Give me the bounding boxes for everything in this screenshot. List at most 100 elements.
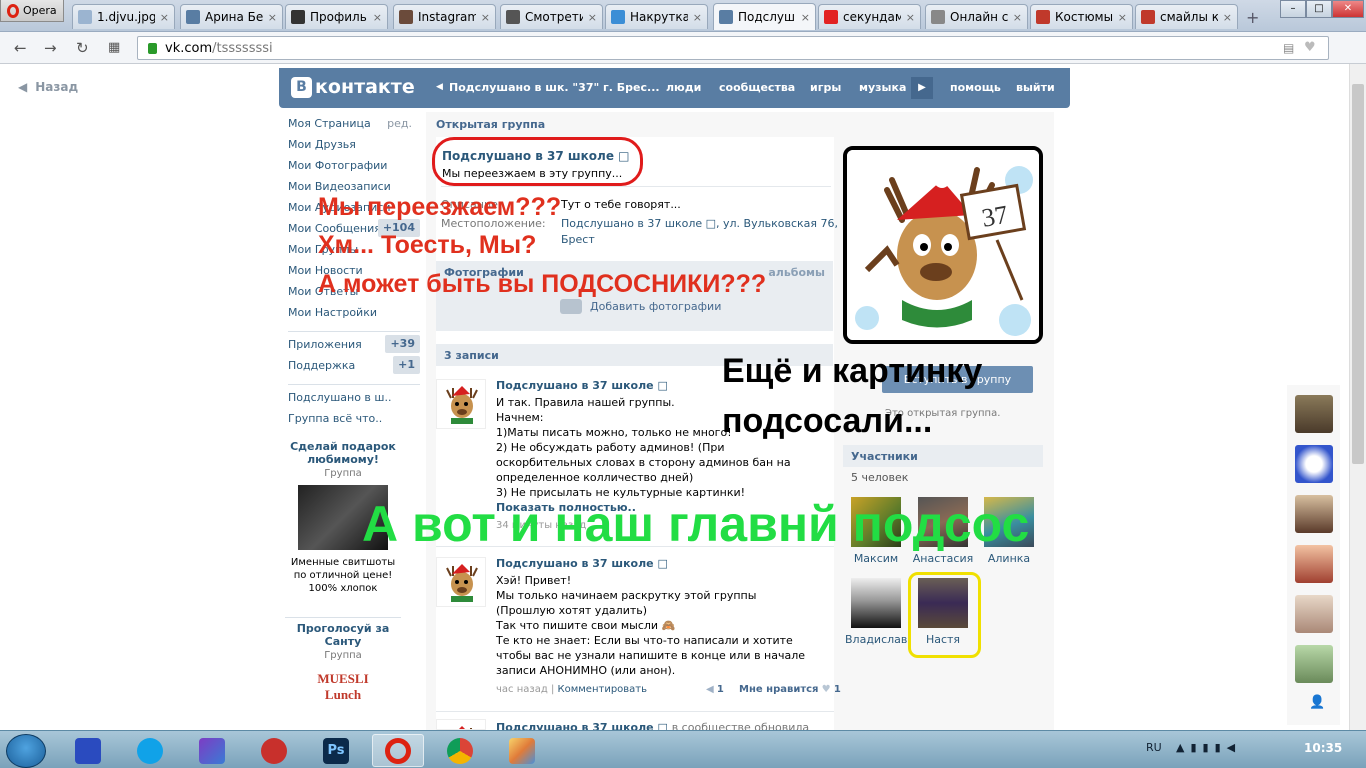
post-avatar[interactable]	[436, 379, 486, 429]
taskbar-skype[interactable]	[124, 734, 176, 767]
reload-icon[interactable]: ↻	[76, 39, 89, 57]
nav-group-link[interactable]: Подслушано в шк. "37" г. Брес...	[449, 81, 660, 94]
menu-item[interactable]: Поддержка +1	[288, 356, 420, 379]
ad-title[interactable]: Проголосуй за Санту	[285, 622, 401, 648]
browser-tab[interactable]: Накрутка ×	[605, 4, 708, 29]
friend-avatar[interactable]	[1295, 645, 1333, 683]
taskbar-paint[interactable]	[496, 734, 548, 767]
friend-avatar[interactable]	[1295, 395, 1333, 433]
post-avatar[interactable]	[436, 557, 486, 607]
heart-icon[interactable]: ♥	[822, 684, 831, 695]
info-value[interactable]: Подслушано в 37 школе □, ул. Вульковская…	[561, 217, 838, 230]
info-value[interactable]: Брест	[561, 233, 595, 246]
nav-communities[interactable]: сообщества	[719, 81, 795, 94]
taskbar-media[interactable]	[186, 734, 238, 767]
member-name[interactable]: Максим	[845, 552, 907, 565]
tab-close-icon[interactable]: ×	[906, 11, 915, 24]
add-photo-link[interactable]: Добавить фотографии	[560, 299, 721, 314]
scrollbar-thumb[interactable]	[1352, 84, 1364, 464]
taskbar-save-app[interactable]	[62, 734, 114, 767]
nav-music[interactable]: музыка	[859, 81, 906, 94]
ad-block-2[interactable]: Проголосуй за Санту Группа MUESLI Lunch	[285, 622, 401, 711]
group-avatar[interactable]: 37	[843, 146, 1043, 344]
user-icon[interactable]: 👤	[1309, 695, 1325, 710]
browser-tab[interactable]: секундам ×	[818, 4, 921, 29]
post-author[interactable]: Подслушано в 37 школе □	[496, 379, 668, 392]
comment-link[interactable]: Комментировать	[558, 684, 648, 695]
clock[interactable]: 10:35	[1304, 741, 1342, 755]
albums-link[interactable]: альбомы	[768, 266, 825, 279]
ad-title[interactable]: Сделай подарок любимому!	[285, 440, 401, 466]
tab-close-icon[interactable]: ×	[373, 11, 382, 24]
forward-arrow-icon[interactable]: →	[44, 39, 57, 57]
browser-tab[interactable]: Онлайн с ×	[925, 4, 1028, 29]
menu-item[interactable]: Мои Фотографии	[288, 158, 420, 179]
ad-logo[interactable]: MUESLI Lunch	[298, 671, 388, 711]
member-name[interactable]: Анастасия	[912, 552, 974, 565]
menu-item[interactable]: Мои Настройки	[288, 305, 420, 326]
member-name[interactable]: Алинка	[978, 552, 1040, 565]
menu-counter-badge[interactable]: +39	[385, 335, 420, 353]
taskbar-app[interactable]	[248, 734, 300, 767]
post-author-name[interactable]: Подслушано в 37 школе □	[496, 721, 668, 730]
new-tab-button[interactable]: +	[1246, 8, 1259, 27]
nav-logout[interactable]: выйти	[1016, 81, 1055, 94]
browser-tab[interactable]: 1.djvu.jpg ×	[72, 4, 175, 29]
menu-item[interactable]: Мои Друзья	[288, 137, 420, 158]
menu-item[interactable]: Группа всё что..	[288, 411, 420, 432]
address-field[interactable]: vk.com/tsssssssi	[137, 36, 1329, 60]
menu-counter-badge[interactable]: +1	[393, 356, 420, 374]
opera-menu-button[interactable]: Opera	[0, 0, 64, 22]
megaphone-icon[interactable]: ◀	[706, 684, 714, 695]
browser-tab[interactable]: Подслуш ×	[713, 3, 816, 30]
friend-avatar[interactable]	[1295, 595, 1333, 633]
browser-tab[interactable]: Смотрети ×	[500, 4, 603, 29]
member-name[interactable]: Владислав	[845, 633, 907, 646]
tab-close-icon[interactable]: ×	[1223, 11, 1232, 24]
tab-close-icon[interactable]: ×	[1013, 11, 1022, 24]
tab-close-icon[interactable]: ×	[481, 11, 490, 24]
member-item[interactable]: Владислав	[845, 578, 907, 646]
language-indicator[interactable]: RU	[1146, 741, 1162, 754]
post-author[interactable]: Подслушано в 37 школе □ в сообществе обн…	[496, 721, 809, 730]
post-avatar[interactable]	[436, 719, 486, 730]
menu-item[interactable]: Приложения +39	[288, 335, 420, 358]
heart-icon[interactable]: ♥	[1304, 40, 1316, 55]
page-scrollbar[interactable]	[1349, 64, 1366, 730]
menu-item[interactable]: Моя Страница ред.	[288, 116, 420, 137]
tab-close-icon[interactable]: ×	[160, 11, 169, 24]
members-header[interactable]: Участники	[843, 445, 1043, 467]
back-arrow-icon[interactable]: ←	[14, 39, 27, 57]
post-author[interactable]: Подслушано в 37 школе □	[496, 557, 668, 570]
browser-tab[interactable]: смайлы к ×	[1135, 4, 1238, 29]
tab-close-icon[interactable]: ×	[268, 11, 277, 24]
tab-close-icon[interactable]: ×	[801, 11, 810, 24]
tray-icons[interactable]: ▲▮▮▮◀	[1176, 741, 1241, 754]
friend-avatar[interactable]	[1295, 545, 1333, 583]
post-time[interactable]: час назад	[496, 684, 548, 695]
taskbar-photoshop[interactable]: Ps	[310, 734, 362, 767]
friend-avatar[interactable]	[1295, 495, 1333, 533]
maximize-button[interactable]: □	[1306, 0, 1332, 18]
browser-tab[interactable]: Профиль ×	[285, 4, 388, 29]
taskbar-chrome[interactable]	[434, 734, 486, 767]
tab-close-icon[interactable]: ×	[588, 11, 597, 24]
minimize-button[interactable]: –	[1280, 0, 1306, 18]
browser-tab[interactable]: Instagram ×	[393, 4, 496, 29]
tab-close-icon[interactable]: ×	[693, 11, 702, 24]
rss-icon[interactable]: ▤	[1283, 41, 1294, 55]
browser-tab[interactable]: Костюмы ×	[1030, 4, 1133, 29]
vk-logo[interactable]: В контакте	[291, 76, 415, 98]
friend-avatar[interactable]	[1295, 445, 1333, 483]
browser-tab[interactable]: Арина Бе ×	[180, 4, 283, 29]
menu-edit-link[interactable]: ред.	[387, 116, 412, 132]
like-button[interactable]: Мне нравится	[739, 684, 818, 695]
nav-help[interactable]: помощь	[950, 81, 1001, 94]
nav-games[interactable]: игры	[810, 81, 841, 94]
start-button[interactable]	[6, 734, 46, 768]
speed-dial-icon[interactable]: ▦	[108, 40, 120, 55]
taskbar-opera[interactable]	[372, 734, 424, 767]
menu-item[interactable]: Подслушано в ш..	[288, 390, 420, 411]
close-window-button[interactable]: ✕	[1332, 0, 1364, 18]
nav-more-arrow-icon[interactable]: ▶	[911, 77, 933, 99]
